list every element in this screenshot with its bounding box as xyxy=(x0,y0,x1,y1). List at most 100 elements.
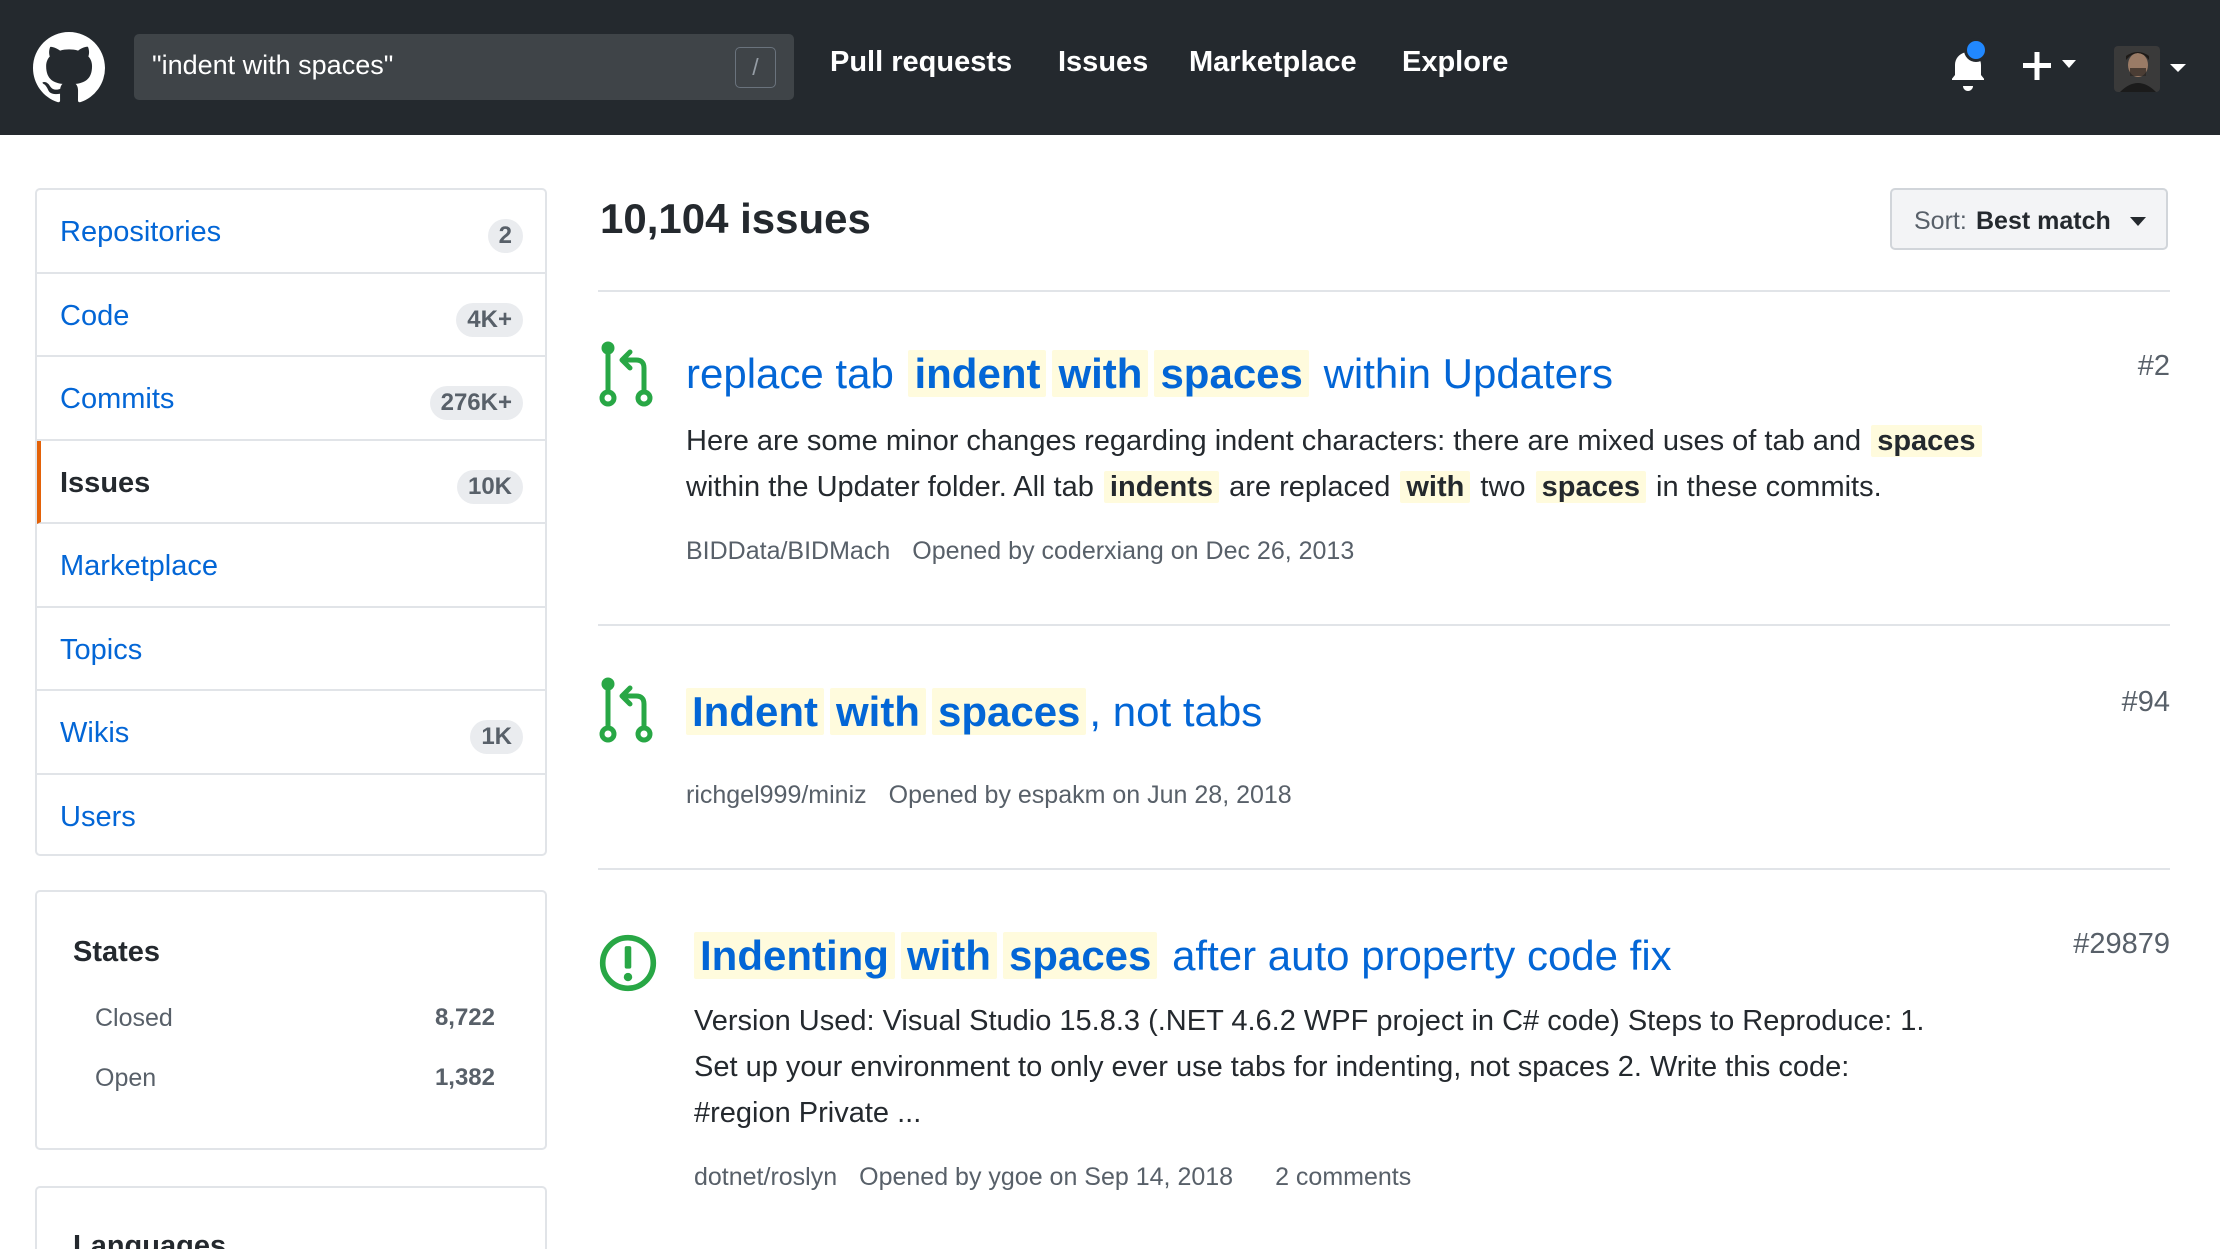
repo-link[interactable]: richgel999/miniz xyxy=(686,781,867,809)
states-heading: States xyxy=(73,936,161,968)
menu-item-label: Code xyxy=(60,299,130,332)
title-highlight: spaces xyxy=(1002,932,1158,979)
comments-link[interactable]: 2 comments xyxy=(1275,1163,1411,1191)
title-text: within Updaters xyxy=(1311,350,1614,397)
pull-request-icon xyxy=(599,341,653,407)
result-snippet-line: within the Updater folder. All tab inden… xyxy=(686,464,1882,510)
github-logo-icon[interactable] xyxy=(33,32,105,104)
nav-issues[interactable]: Issues xyxy=(1058,46,1148,79)
repo-link[interactable]: BIDData/BIDMach xyxy=(686,537,890,565)
result-snippet-line: Set up your environment to only ever use… xyxy=(694,1051,1850,1083)
issue-number[interactable]: #94 xyxy=(2122,686,2170,719)
counter-badge: 4K+ xyxy=(456,302,523,337)
divider xyxy=(598,868,2170,870)
sort-label: Sort: xyxy=(1914,207,1967,235)
states-filter: States Closed 8,722 Open 1,382 xyxy=(35,890,547,1150)
title-highlight: indent xyxy=(908,350,1047,397)
menu-item-code[interactable]: Code 4K+ xyxy=(37,274,545,357)
menu-item-label: Commits xyxy=(60,383,175,415)
title-highlight: with xyxy=(1052,350,1149,397)
opened-by: Opened by coderxiang on Dec 26, 2013 xyxy=(912,537,1355,565)
state-count: 8,722 xyxy=(434,1004,495,1031)
snippet-text: are replaced xyxy=(1221,471,1399,503)
title-highlight: with xyxy=(829,688,926,735)
result-meta: dotnet/roslyn Opened by ygoe on Sep 14, 2… xyxy=(694,1163,1433,1192)
result-snippet-line: Version Used: Visual Studio 15.8.3 (.NET… xyxy=(694,1005,1925,1037)
avatar[interactable] xyxy=(2114,46,2160,92)
search-result: Indent with spaces, not tabs #94 richgel99… xyxy=(598,676,2170,836)
state-filter-closed[interactable]: Closed 8,722 xyxy=(95,1004,495,1033)
snippet-text: two xyxy=(1472,471,1534,503)
snippet-highlight: with xyxy=(1400,471,1471,503)
menu-item-label: Topics xyxy=(60,633,143,666)
search-result: Indenting with spaces after auto property … xyxy=(598,920,2170,1200)
top-navbar: "indent with spaces" / Pull requests Iss… xyxy=(0,0,2220,135)
divider xyxy=(598,624,2170,626)
snippet-text: within the Updater folder. All tab xyxy=(686,471,1102,503)
title-highlight: with xyxy=(900,932,997,979)
sort-dropdown[interactable]: Sort: Best match xyxy=(1890,188,2168,250)
result-meta: richgel999/miniz Opened by espakm on Jun … xyxy=(686,781,1314,810)
menu-item-commits[interactable]: Commits 276K+ xyxy=(37,357,545,441)
title-highlight: Indenting xyxy=(694,932,895,979)
menu-item-label: Users xyxy=(60,800,136,833)
counter-badge: 2 xyxy=(487,219,523,253)
title-text: replace tab xyxy=(686,350,906,397)
snippet-highlight: spaces xyxy=(1535,471,1646,503)
search-query[interactable]: "indent with spaces" xyxy=(152,50,393,81)
counter-badge: 276K+ xyxy=(429,386,523,420)
chevron-down-icon xyxy=(2130,217,2146,226)
languages-filter: Languages xyxy=(35,1186,547,1249)
search-type-menu: Repositories 2 Code 4K+ Commits 276K+ Is… xyxy=(35,188,547,856)
snippet-text: Here are some minor changes regarding in… xyxy=(686,425,1870,457)
search-shortcut-hint: / xyxy=(735,47,776,88)
create-new-plus-icon[interactable] xyxy=(2020,44,2082,88)
pull-request-icon xyxy=(599,677,653,743)
menu-item-users[interactable]: Users xyxy=(37,775,545,859)
nav-pull-requests[interactable]: Pull requests xyxy=(830,46,1012,79)
sort-value: Best match xyxy=(1976,207,2111,235)
snippet-highlight: spaces xyxy=(1871,425,1982,457)
menu-item-label: Wikis xyxy=(60,717,130,749)
result-title-link[interactable]: Indent with spaces, not tabs xyxy=(686,682,1262,742)
result-title-link[interactable]: Indenting with spaces after auto property … xyxy=(694,926,1672,986)
menu-item-label: Marketplace xyxy=(60,550,218,582)
divider xyxy=(598,290,2170,292)
counter-badge: 10K xyxy=(456,469,523,504)
result-title-link[interactable]: replace tab indent with spaces within Upda… xyxy=(686,344,1613,404)
issue-number[interactable]: #2 xyxy=(2138,350,2170,383)
search-result: replace tab indent with spaces within Upda… xyxy=(598,340,2170,580)
opened-by: Opened by espakm on Jun 28, 2018 xyxy=(888,781,1292,809)
title-text: after auto property code fix xyxy=(1160,932,1672,979)
result-snippet-line: Here are some minor changes regarding in… xyxy=(686,418,1984,464)
notification-dot xyxy=(1964,38,1988,62)
title-highlight: spaces xyxy=(1154,350,1309,397)
menu-item-wikis[interactable]: Wikis 1K xyxy=(37,691,545,775)
menu-item-label: Issues xyxy=(60,466,151,499)
state-label: Open xyxy=(95,1064,157,1092)
counter-badge: 1K xyxy=(470,720,523,754)
state-label: Closed xyxy=(95,1004,173,1032)
result-snippet-line: #region Private ... xyxy=(694,1097,922,1129)
menu-item-topics[interactable]: Topics xyxy=(37,608,545,691)
nav-marketplace[interactable]: Marketplace xyxy=(1189,46,1357,79)
languages-heading: Languages xyxy=(73,1230,227,1249)
issue-opened-icon xyxy=(599,934,657,992)
state-filter-open[interactable]: Open 1,382 xyxy=(95,1064,495,1093)
chevron-down-icon[interactable] xyxy=(2168,62,2188,74)
snippet-highlight: indents xyxy=(1103,471,1220,503)
menu-item-repositories[interactable]: Repositories 2 xyxy=(37,190,545,274)
snippet-text: in these commits. xyxy=(1647,471,1882,503)
menu-item-issues[interactable]: Issues 10K xyxy=(37,440,545,524)
nav-explore[interactable]: Explore xyxy=(1402,46,1508,79)
menu-item-marketplace[interactable]: Marketplace xyxy=(37,524,545,608)
opened-by: Opened by ygoe on Sep 14, 2018 xyxy=(859,1163,1234,1191)
search-input[interactable]: "indent with spaces" / xyxy=(134,34,794,100)
repo-link[interactable]: dotnet/roslyn xyxy=(694,1163,837,1191)
title-text: , not tabs xyxy=(1089,688,1263,735)
issue-number[interactable]: #29879 xyxy=(2073,928,2170,961)
result-count-heading: 10,104 issues xyxy=(600,195,871,242)
state-count: 1,382 xyxy=(434,1064,495,1091)
result-meta: BIDData/BIDMach Opened by coderxiang on D… xyxy=(686,537,1376,566)
menu-item-label: Repositories xyxy=(60,216,222,248)
